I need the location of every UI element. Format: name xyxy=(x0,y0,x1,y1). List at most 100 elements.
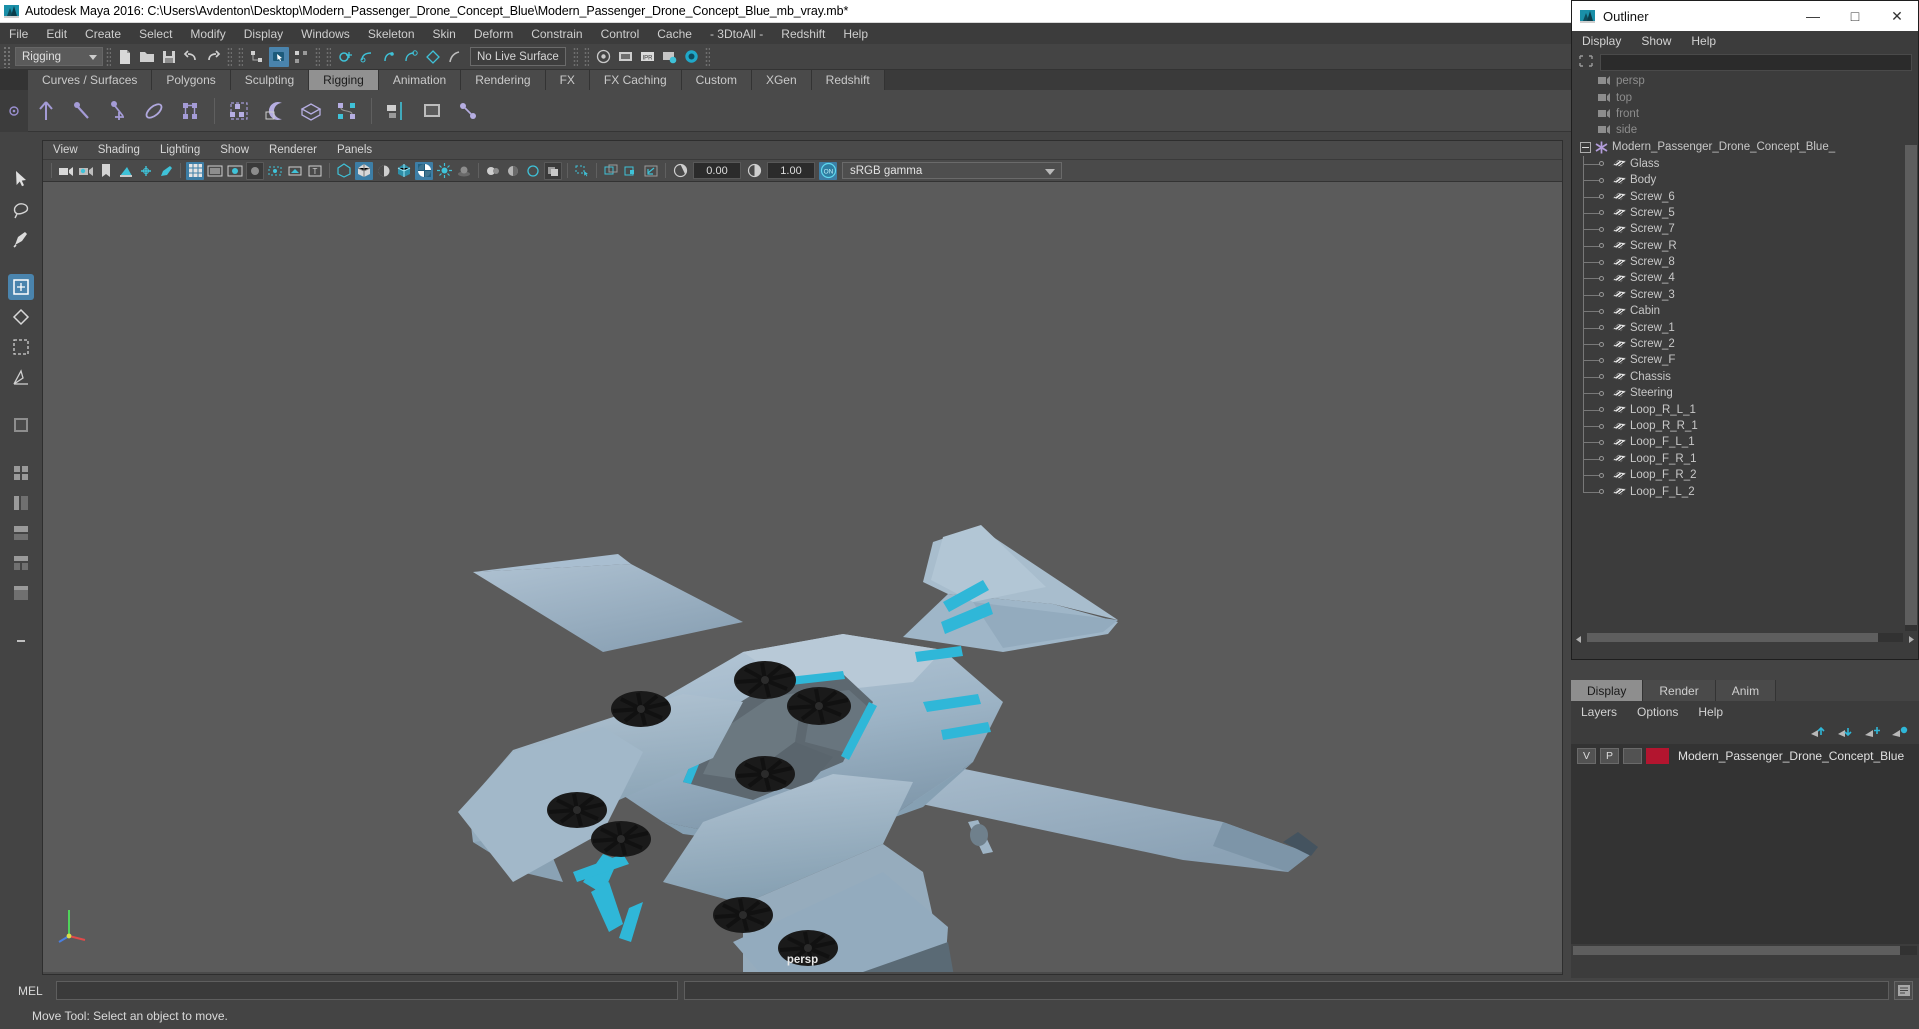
exposure-icon[interactable] xyxy=(671,162,689,180)
layer-color-swatch[interactable] xyxy=(1646,748,1669,764)
tree-node-dot[interactable] xyxy=(1599,489,1604,495)
section-grip-5[interactable] xyxy=(326,46,331,67)
scrollbar-thumb[interactable] xyxy=(1587,633,1878,642)
tree-node-dot[interactable] xyxy=(1599,210,1604,216)
layer-playback-toggle[interactable]: P xyxy=(1600,748,1619,764)
layer-menu-help[interactable]: Help xyxy=(1688,705,1733,719)
move-tool-button[interactable] xyxy=(8,274,34,300)
tree-node-dot[interactable] xyxy=(1599,374,1604,380)
menu-control[interactable]: Control xyxy=(592,25,649,43)
menu-constrain[interactable]: Constrain xyxy=(522,25,591,43)
save-scene-icon[interactable] xyxy=(159,47,179,67)
script-editor-button[interactable] xyxy=(1894,981,1913,1000)
shelf-tab-redshift[interactable]: Redshift xyxy=(811,70,885,90)
bookmark-icon[interactable] xyxy=(97,162,115,180)
motion-blur-icon[interactable] xyxy=(504,162,522,180)
viewport-menu-shading[interactable]: Shading xyxy=(88,144,150,156)
tree-node-dot[interactable] xyxy=(1599,472,1604,478)
redshift-render-icon[interactable] xyxy=(681,47,701,67)
viewport-menu-view[interactable]: View xyxy=(43,144,88,156)
outliner-persp-layout-button[interactable] xyxy=(8,490,34,516)
shadows-icon[interactable] xyxy=(455,162,473,180)
tree-node-dot[interactable] xyxy=(1599,439,1604,445)
scrollbar-thumb[interactable] xyxy=(1573,945,1900,955)
shelf-paint-weights-icon[interactable] xyxy=(175,96,205,126)
hypershade-layout-button[interactable] xyxy=(8,550,34,576)
paint-selection-tool-button[interactable] xyxy=(8,226,34,252)
outliner-item-loop-f-l-1[interactable]: Loop_F_L_1 xyxy=(1572,434,1918,450)
section-grip-3[interactable] xyxy=(238,46,243,67)
menu-select[interactable]: Select xyxy=(130,25,181,43)
tree-node-dot[interactable] xyxy=(1599,292,1604,298)
four-view-layout-button[interactable] xyxy=(8,460,34,486)
tree-node-dot[interactable] xyxy=(1599,259,1604,265)
shelf-tab-curves-surfaces[interactable]: Curves / Surfaces xyxy=(28,70,153,90)
flat-shading-icon[interactable] xyxy=(375,162,393,180)
viewport-3d-canvas[interactable]: persp xyxy=(43,182,1562,972)
gamma-value-field[interactable]: 1.00 xyxy=(767,162,815,179)
close-button[interactable]: ✕ xyxy=(1876,1,1918,31)
color-management-toggle[interactable]: ON xyxy=(819,161,837,180)
outliner-item-loop-f-r-1[interactable]: Loop_F_R_1 xyxy=(1572,451,1918,467)
tree-node-dot[interactable] xyxy=(1599,456,1604,462)
shelf-tab-fx[interactable]: FX xyxy=(545,70,590,90)
menu-create[interactable]: Create xyxy=(76,25,130,43)
outliner-item-cabin[interactable]: Cabin xyxy=(1572,303,1918,319)
layer-menu-layers[interactable]: Layers xyxy=(1571,705,1627,719)
isolate-select-icon[interactable] xyxy=(573,162,591,180)
outliner-item-loop-f-r-2[interactable]: Loop_F_R_2 xyxy=(1572,467,1918,483)
shelf-orient-joint-icon[interactable] xyxy=(417,96,447,126)
menu-edit[interactable]: Edit xyxy=(37,25,76,43)
panel-zoom-icon[interactable] xyxy=(602,162,620,180)
minimize-button[interactable]: — xyxy=(1792,1,1834,31)
menu-windows[interactable]: Windows xyxy=(292,25,359,43)
camera-attributes-icon[interactable] xyxy=(77,162,95,180)
ipr-render-icon[interactable]: IPR xyxy=(637,47,657,67)
snap-to-curve-icon[interactable] xyxy=(357,47,377,67)
move-layer-up-icon[interactable] xyxy=(1808,724,1830,742)
outliner-tree[interactable]: persp top front side Modern_Passenger_Dr… xyxy=(1572,73,1918,631)
persp-graph-layout-button[interactable] xyxy=(8,520,34,546)
screen-space-ao-icon[interactable] xyxy=(484,162,502,180)
select-component-icon[interactable] xyxy=(291,47,311,67)
render-settings-icon[interactable] xyxy=(659,47,679,67)
wireframe-shading-icon[interactable] xyxy=(335,162,353,180)
textured-shading-icon[interactable] xyxy=(415,161,433,180)
tree-node-dot[interactable] xyxy=(1599,341,1604,347)
show-grid-icon[interactable] xyxy=(186,161,204,180)
rotate-tool-button[interactable] xyxy=(8,304,34,330)
render-current-frame-icon[interactable] xyxy=(593,47,613,67)
layer-display-type-toggle[interactable] xyxy=(1623,748,1642,764)
outliner-item-screw-7[interactable]: Screw_7 xyxy=(1572,221,1918,237)
shelf-create-joint-icon[interactable] xyxy=(31,96,61,126)
tab-display[interactable]: Display xyxy=(1571,680,1644,701)
panel-copy-icon[interactable] xyxy=(622,162,640,180)
use-default-light-icon[interactable] xyxy=(435,162,453,180)
tree-node-dot[interactable] xyxy=(1599,308,1604,314)
outliner-item-screw-f[interactable]: Screw_F xyxy=(1572,352,1918,368)
outliner-item-loop-r-l-1[interactable]: Loop_R_L_1 xyxy=(1572,401,1918,417)
tree-node-dot[interactable] xyxy=(1599,194,1604,200)
outliner-item-side[interactable]: side xyxy=(1572,122,1918,138)
section-grip-7[interactable] xyxy=(584,46,589,67)
snap-to-projected-center-icon[interactable] xyxy=(401,47,421,67)
scrollbar-track[interactable] xyxy=(1587,633,1903,642)
scroll-right-icon[interactable] xyxy=(1905,632,1916,643)
outliner-item-screw-1[interactable]: Screw_1 xyxy=(1572,319,1918,335)
filter-icon[interactable] xyxy=(1578,54,1596,70)
viewport-menu-show[interactable]: Show xyxy=(210,144,259,156)
snap-to-view-plane-icon[interactable] xyxy=(423,47,443,67)
open-scene-icon[interactable] xyxy=(137,47,157,67)
shelf-options-box[interactable] xyxy=(0,89,28,132)
toolbar-grip[interactable] xyxy=(3,45,10,68)
section-grip-8[interactable] xyxy=(705,46,710,67)
xray-joints-icon[interactable] xyxy=(286,162,304,180)
more-layouts-button[interactable] xyxy=(8,628,34,654)
menu-file[interactable]: File xyxy=(0,25,37,43)
command-input[interactable] xyxy=(56,981,678,1000)
universal-manipulator-button[interactable] xyxy=(8,364,34,390)
outliner-item-screw-5[interactable]: Screw_5 xyxy=(1572,205,1918,221)
smooth-shade-all-icon[interactable] xyxy=(395,162,413,180)
shelf-cluster-icon[interactable] xyxy=(332,96,362,126)
outliner-horizontal-scrollbar[interactable] xyxy=(1572,631,1918,644)
